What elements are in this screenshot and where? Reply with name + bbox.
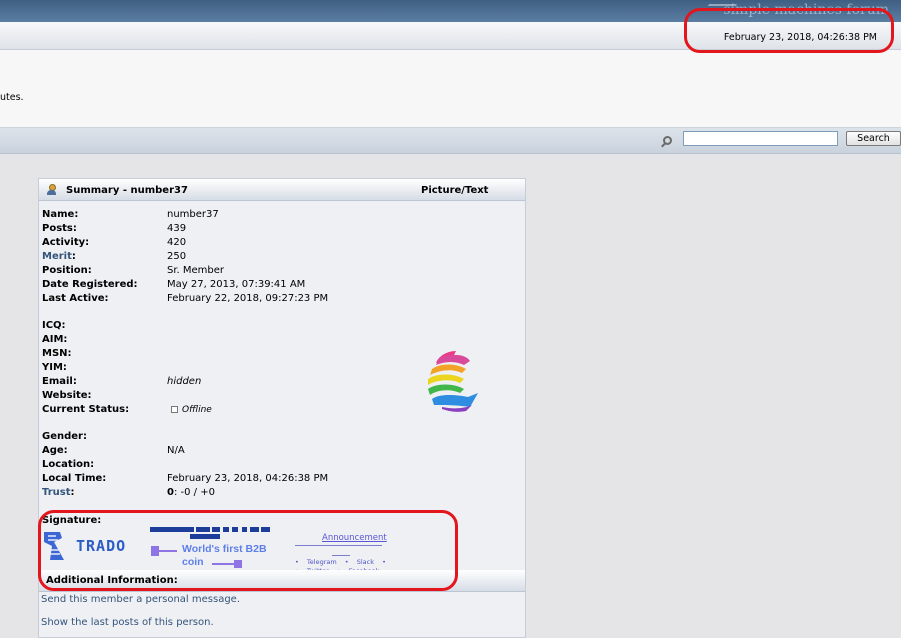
field-label: Position:: [42, 265, 92, 276]
trust-link[interactable]: Trust: [42, 487, 71, 498]
status-text: Offline: [182, 405, 212, 415]
search-bar: Search: [0, 128, 901, 154]
info-text: utes.: [0, 92, 24, 103]
field-label: MSN:: [42, 348, 72, 359]
trust-colon: :: [70, 487, 75, 498]
field-value: Sr. Member: [167, 265, 225, 276]
summary-header: Summary - number37 Picture/Text: [39, 179, 525, 201]
field-value: 250: [167, 251, 187, 262]
field-value: hidden: [167, 376, 202, 387]
offline-status-icon: [171, 406, 178, 413]
field-label: Activity:: [42, 237, 90, 248]
send-message-link[interactable]: Send this member a personal message.: [41, 594, 240, 605]
trust-score: 0: [167, 487, 174, 498]
field-label: Age:: [42, 445, 68, 456]
field-label: Name:: [42, 209, 79, 220]
avatar: [428, 351, 478, 412]
merit-colon: :: [71, 251, 76, 262]
merit-label: Merit:: [42, 251, 76, 262]
field-value: February 23, 2018, 04:26:38 PM: [167, 473, 329, 484]
field-label: Email:: [42, 376, 77, 387]
user-icon: [47, 184, 56, 195]
search-input[interactable]: [683, 131, 838, 146]
trust-counts: : -0 / +0: [173, 487, 215, 498]
status-value: Offline: [167, 404, 212, 415]
field-value: 0: -0 / +0: [167, 487, 215, 498]
search-icon: [663, 136, 672, 145]
field-label: Posts:: [42, 223, 77, 234]
summary-title: Summary - number37: [66, 185, 188, 196]
field-label: Website:: [42, 390, 92, 401]
field-label: Local Time:: [42, 473, 107, 484]
field-label: ICQ:: [42, 320, 66, 331]
field-label: Gender:: [42, 431, 87, 442]
field-value: N/A: [167, 445, 185, 456]
field-label: YIM:: [42, 362, 67, 373]
picture-text-title: Picture/Text: [421, 185, 489, 196]
field-value: May 27, 2013, 07:39:41 AM: [167, 279, 306, 290]
field-label: Current Status:: [42, 404, 130, 415]
field-label: Last Active:: [42, 293, 109, 304]
show-posts-link[interactable]: Show the last posts of this person.: [41, 617, 214, 628]
info-band: utes.: [0, 50, 901, 128]
signature-highlight-annotation: [38, 510, 458, 591]
merit-link[interactable]: Merit: [42, 251, 72, 262]
field-value: number37: [167, 209, 219, 220]
field-value: 439: [167, 223, 187, 234]
trust-label: Trust:: [42, 487, 75, 498]
field-label: Location:: [42, 459, 95, 470]
field-label: Date Registered:: [42, 279, 138, 290]
field-label: AIM:: [42, 334, 68, 345]
field-value: 420: [167, 237, 187, 248]
search-button[interactable]: Search: [846, 131, 901, 146]
date-highlight-annotation: [684, 8, 894, 53]
field-value: February 22, 2018, 09:27:23 PM: [167, 293, 329, 304]
